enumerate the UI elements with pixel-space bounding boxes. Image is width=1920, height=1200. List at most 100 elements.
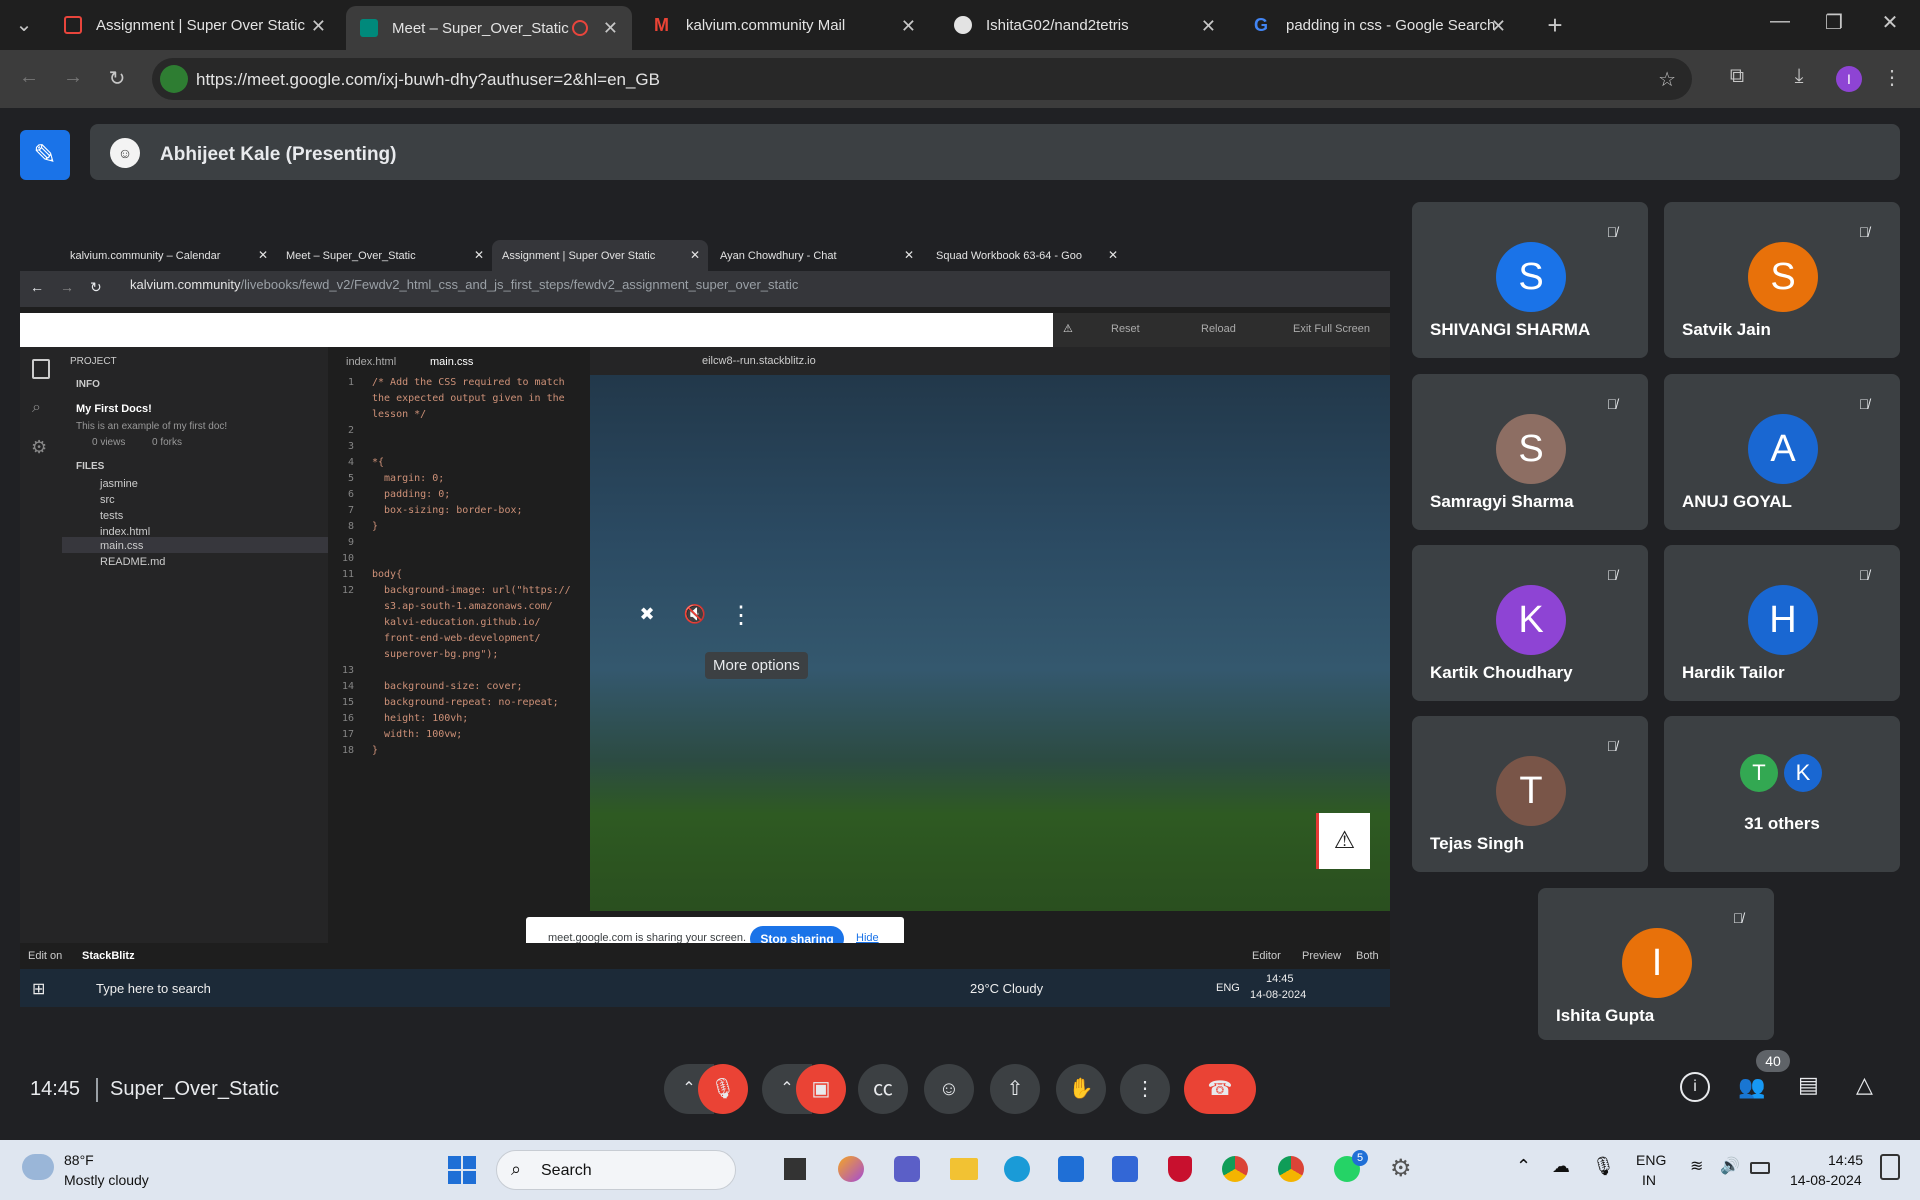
browser-menu-icon[interactable]: ⋮	[1880, 65, 1904, 90]
show-hidden-icons[interactable]: ⌃	[1516, 1156, 1531, 1177]
code-text: /* Add the CSS required to match	[372, 377, 565, 388]
present-screen-button[interactable]: ⇧	[990, 1064, 1040, 1114]
participant-tile[interactable]: 🎙̸ T Tejas Singh	[1412, 716, 1648, 872]
editor-tab: index.html	[346, 356, 397, 368]
page-header-strip	[20, 313, 1053, 347]
code-line: 12 background-image: url("https://	[328, 585, 590, 601]
close-tab-icon[interactable]: ✕	[1201, 16, 1216, 37]
battery-icon[interactable]	[1750, 1162, 1770, 1174]
kalvium-app-icon[interactable]	[1112, 1156, 1138, 1182]
participant-tile[interactable]: 🎙̸ A ANUJ GOYAL	[1664, 374, 1900, 530]
language-region[interactable]: IN	[1642, 1172, 1656, 1188]
browser-tab-google-search[interactable]: G padding in css - Google Search ✕	[1240, 6, 1520, 44]
back-icon[interactable]: ←	[14, 66, 44, 89]
shared-tab-sheets: Squad Workbook 63-64 - Goo ✕	[926, 240, 1126, 271]
chrome-icon[interactable]	[1222, 1156, 1248, 1182]
microphone-off-button[interactable]: 🎙	[698, 1064, 748, 1114]
code-text: lesson */	[372, 409, 427, 420]
downloads-icon[interactable]: ⤓	[1784, 65, 1814, 88]
close-tab-icon[interactable]: ✕	[901, 16, 916, 37]
task-view-icon[interactable]	[784, 1158, 806, 1180]
bookmark-star-icon[interactable]: ☆	[1658, 67, 1676, 92]
teams-icon[interactable]	[894, 1156, 920, 1182]
close-tab-icon[interactable]: ✕	[311, 16, 326, 37]
chat-icon[interactable]: ▤	[1798, 1072, 1819, 1098]
tab-search-chevron-icon[interactable]: ⌄	[10, 12, 38, 40]
code-text: width: 100vw;	[372, 729, 463, 740]
line-number: 4	[347, 457, 354, 468]
close-tab-icon[interactable]: ✕	[603, 18, 618, 39]
file-explorer-icon[interactable]	[950, 1158, 978, 1180]
mute-icon[interactable]: 🔇	[680, 604, 710, 634]
restore-icon[interactable]: ❐	[1816, 10, 1852, 35]
extensions-icon[interactable]: ⧉	[1722, 65, 1752, 88]
code-text: s3.ap-south-1.amazonaws.com/	[372, 601, 553, 612]
close-icon: ✕	[689, 248, 700, 262]
volume-icon[interactable]: 🔊	[1720, 1156, 1740, 1176]
code-line: 13	[328, 665, 590, 681]
participant-tile[interactable]: 🎙̸ I Ishita Gupta	[1538, 888, 1774, 1040]
participant-tile[interactable]: 🎙̸ K Kartik Choudhary	[1412, 545, 1648, 701]
code-lines: 1 /* Add the CSS required to match the exp…	[328, 377, 590, 761]
chrome-profile-icon[interactable]	[1278, 1156, 1304, 1182]
participant-tile[interactable]: 🎙̸ H Hardik Tailor	[1664, 545, 1900, 701]
browser-tab-assignment[interactable]: Assignment | Super Over Static ✕	[50, 6, 340, 44]
leave-call-button[interactable]: ☎	[1184, 1064, 1256, 1114]
new-tab-icon[interactable]: +	[1540, 10, 1570, 41]
camera-off-button[interactable]: ▣	[796, 1064, 846, 1114]
participant-tile[interactable]: 🎙̸ S SHIVANGI SHARMA	[1412, 202, 1648, 358]
code-line: 16 height: 100vh;	[328, 713, 590, 729]
line-number: 2	[347, 425, 354, 436]
raise-hand-button[interactable]: ✋	[1056, 1064, 1106, 1114]
participant-tile[interactable]: 🎙̸ S Samragyi Sharma	[1412, 374, 1648, 530]
taskbar-search-box[interactable]: ⌕ Search	[496, 1150, 736, 1190]
tab-title: IshitaG02/nand2tetris	[986, 16, 1129, 34]
notification-icon[interactable]	[1880, 1154, 1900, 1180]
language-code[interactable]: ENG	[1636, 1152, 1666, 1168]
microphone-icon[interactable]: 🎙	[1592, 1156, 1615, 1177]
site-info-mic-icon[interactable]	[160, 65, 188, 93]
store-icon[interactable]	[1058, 1156, 1084, 1182]
address-bar[interactable]: https://meet.google.com/ixj-buwh-dhy?aut…	[152, 58, 1692, 100]
code-line: 10	[328, 553, 590, 569]
profile-avatar[interactable]: I	[1836, 66, 1862, 92]
minimize-icon[interactable]: —	[1762, 10, 1798, 33]
close-tab-icon[interactable]: ✕	[1491, 16, 1506, 37]
close-window-icon[interactable]: ✕	[1872, 10, 1908, 35]
more-options-icon[interactable]: ⋮	[726, 601, 756, 631]
taskbar-lang: ENG	[1216, 982, 1240, 994]
meeting-details-icon[interactable]: i	[1680, 1072, 1710, 1102]
code-text: *{	[372, 457, 385, 468]
people-icon[interactable]: 👥	[1738, 1074, 1765, 1100]
gmail-favicon-icon: M	[654, 15, 669, 35]
wifi-icon[interactable]: ≋	[1690, 1156, 1703, 1176]
annotate-icon[interactable]: ✎	[20, 130, 70, 180]
unpin-icon[interactable]: ✖	[632, 604, 662, 634]
project-panel: PROJECT INFO My First Docs! This is an e…	[62, 347, 328, 983]
browser-tab-mail[interactable]: M kalvium.community Mail ✕	[640, 6, 930, 44]
others-tile[interactable]: T K 31 others	[1664, 716, 1900, 872]
more-options-button[interactable]: ⋮	[1120, 1064, 1170, 1114]
forward-icon[interactable]: →	[58, 66, 88, 89]
captions-button[interactable]: ㏄	[858, 1064, 908, 1114]
settings-icon[interactable]: ⚙	[1390, 1154, 1412, 1183]
clock-time[interactable]: 14:45	[1828, 1152, 1863, 1168]
copilot-icon[interactable]	[838, 1156, 864, 1182]
activities-icon[interactable]: △	[1856, 1072, 1873, 1098]
browser-tab-meet[interactable]: Meet – Super_Over_Static ✕	[346, 6, 632, 50]
participant-avatar: S	[1748, 242, 1818, 312]
mcafee-icon[interactable]	[1168, 1156, 1192, 1182]
emoji-reaction-button[interactable]: ☺	[924, 1064, 974, 1114]
participant-tile[interactable]: 🎙̸ S Satvik Jain	[1664, 202, 1900, 358]
preview-pane	[590, 375, 1390, 911]
reload-icon[interactable]: ↻	[102, 66, 132, 91]
participant-name: Tejas Singh	[1430, 834, 1525, 853]
clock-date[interactable]: 14-08-2024	[1790, 1172, 1862, 1188]
file-item: main.css	[100, 540, 144, 552]
start-button[interactable]	[448, 1156, 476, 1184]
meet-favicon-icon	[360, 19, 378, 37]
kalvium-favicon-icon	[64, 16, 82, 34]
edge-icon[interactable]	[1004, 1156, 1030, 1182]
browser-tab-github[interactable]: IshitaG02/nand2tetris ✕	[940, 6, 1230, 44]
network-icon[interactable]: ☁	[1552, 1156, 1570, 1177]
